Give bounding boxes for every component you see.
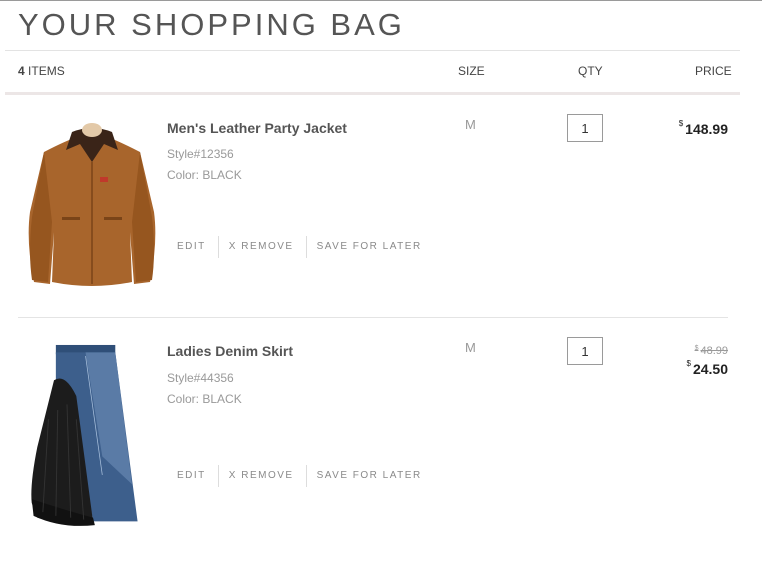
product-color: Color: BLACK [167,168,242,182]
save-for-later-button[interactable]: SAVE FOR LATER [305,465,434,487]
edit-button[interactable]: EDIT [167,465,218,487]
product-size: M [465,340,476,355]
quantity-input[interactable] [567,114,603,142]
product-price: $148.99 [678,119,728,137]
items-label: ITEMS [28,64,65,78]
items-count: 4 [18,64,25,78]
qty-column-header: QTY [578,64,603,78]
quantity-input[interactable] [567,337,603,365]
product-size: M [465,117,476,132]
size-column-header: SIZE [458,64,485,78]
price-value: 24.50 [692,361,728,377]
item-actions: EDIT X REMOVE SAVE FOR LATER [167,465,434,487]
item-divider [18,317,728,318]
currency-symbol: $ [678,119,684,128]
original-price-value: 48.99 [700,345,728,357]
header-divider [5,50,740,51]
top-border [0,0,762,1]
header-bottom-divider [5,92,740,95]
price-value: 148.99 [685,121,728,137]
product-price: $24.50 [686,359,729,377]
cart-item-skirt: Ladies Denim Skirt Style#44356 Color: BL… [0,337,762,573]
save-for-later-button[interactable]: SAVE FOR LATER [305,236,434,258]
remove-button[interactable]: X REMOVE [217,236,306,258]
product-color: Color: BLACK [167,392,242,406]
product-style: Style#12356 [167,147,234,161]
skirt-image[interactable] [28,338,158,533]
remove-button[interactable]: X REMOVE [217,465,306,487]
page-title: YOUR SHOPPING BAG [18,7,405,42]
item-actions: EDIT X REMOVE SAVE FOR LATER [167,236,434,258]
product-style: Style#44356 [167,371,234,385]
original-price: $48.99 [695,345,728,357]
items-count-header: 4 ITEMS [18,64,65,78]
jacket-image[interactable] [22,122,162,297]
price-column-header: PRICE [695,64,732,78]
currency-symbol: $ [686,359,691,368]
product-name[interactable]: Men's Leather Party Jacket [167,120,347,136]
product-name[interactable]: Ladies Denim Skirt [167,343,293,359]
currency-symbol: $ [694,345,699,352]
cart-item-jacket: Men's Leather Party Jacket Style#12356 C… [0,114,762,350]
edit-button[interactable]: EDIT [167,236,218,258]
